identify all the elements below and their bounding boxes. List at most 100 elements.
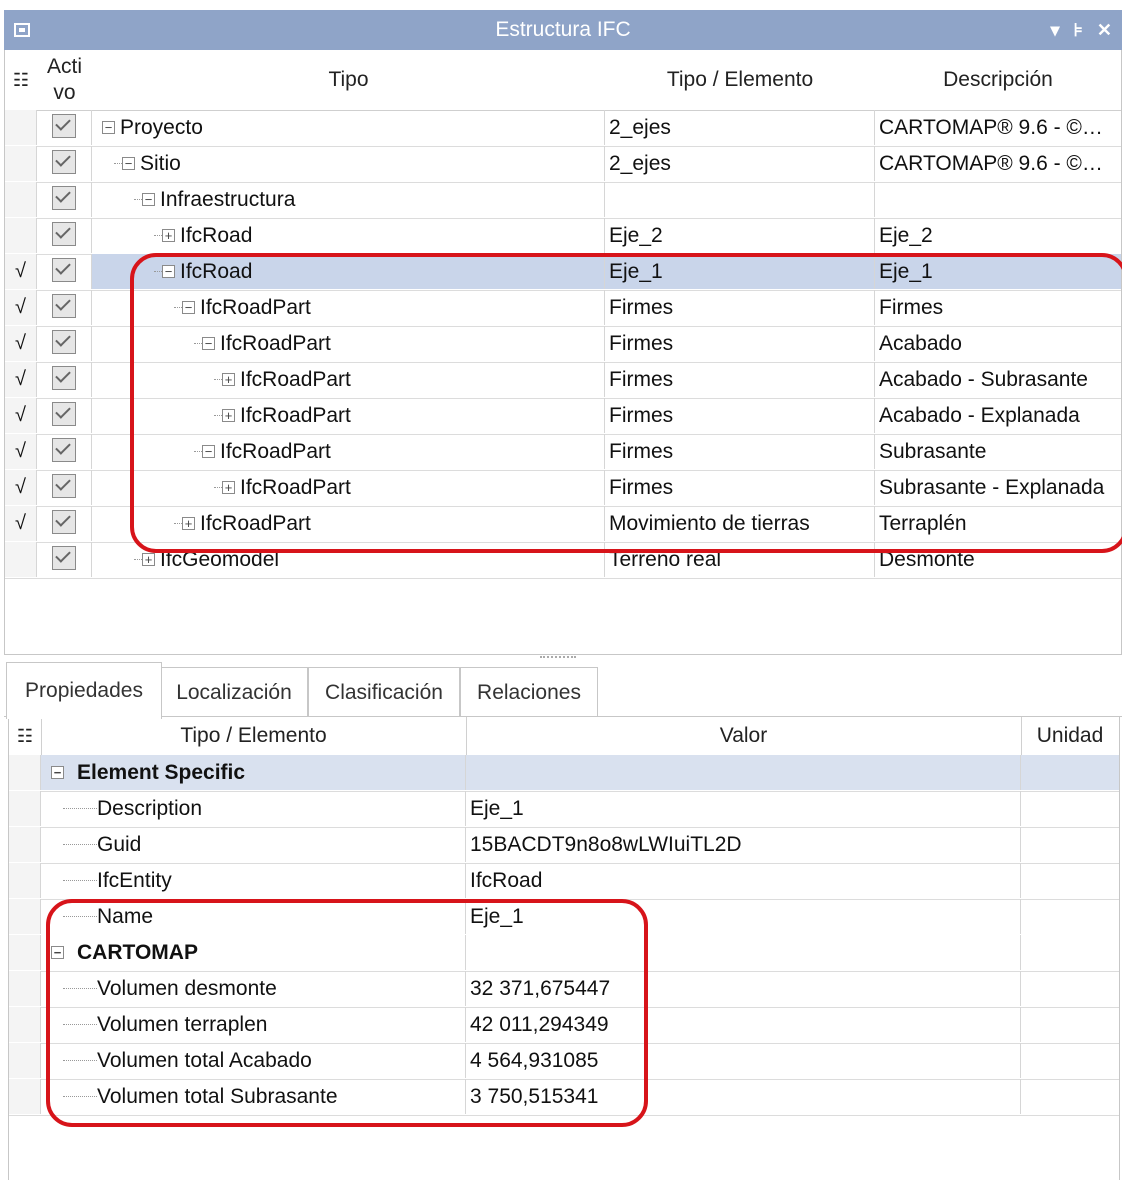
collapse-icon[interactable]: −	[102, 121, 115, 134]
row-selector[interactable]: √	[5, 254, 37, 289]
row-selector[interactable]	[9, 1007, 41, 1042]
tree-row[interactable]: + IfcRoad Eje_2 Eje_2	[5, 218, 1121, 255]
properties-grid: ☷ Tipo / Elemento Valor Unidad − Element …	[8, 717, 1120, 1180]
node-label: IfcRoadPart	[200, 512, 311, 535]
props-header-unidad[interactable]: Unidad	[1021, 717, 1119, 756]
row-selector[interactable]	[5, 146, 37, 181]
property-row[interactable]: Volumen desmonte 32 371,675447	[9, 971, 1119, 1008]
column-header-tipo-elemento[interactable]: Tipo / Elemento	[605, 50, 876, 111]
collapse-icon[interactable]: −	[142, 193, 155, 206]
props-column-chooser-icon[interactable]: ☷	[9, 717, 42, 756]
tree-row[interactable]: − Proyecto 2_ejes CARTOMAP® 9.6 - ©…	[5, 110, 1121, 147]
property-row[interactable]: Volumen total Subrasante 3 750,515341	[9, 1079, 1119, 1116]
row-selector[interactable]	[5, 182, 37, 217]
property-name-cell: Volumen total Acabado	[41, 1043, 466, 1078]
activo-checkbox[interactable]	[52, 366, 76, 391]
props-header-valor[interactable]: Valor	[466, 717, 1022, 756]
row-selector[interactable]	[5, 110, 37, 145]
tree-connector	[63, 916, 97, 917]
row-selector[interactable]: √	[5, 506, 37, 541]
row-selector[interactable]: √	[5, 434, 37, 469]
panel-splitter[interactable]	[540, 656, 576, 660]
column-header-tipo[interactable]: Tipo	[92, 50, 606, 111]
collapse-icon[interactable]: −	[162, 265, 175, 278]
activo-checkbox[interactable]	[52, 546, 76, 571]
row-selector[interactable]	[9, 827, 41, 862]
row-selector[interactable]	[9, 935, 41, 970]
tree-row[interactable]: − Infraestructura	[5, 182, 1121, 219]
collapse-icon[interactable]: −	[51, 946, 64, 959]
tab-propiedades[interactable]: Propiedades	[6, 662, 162, 719]
column-header-activo[interactable]: Acti vo	[37, 50, 93, 111]
dropdown-icon[interactable]: ▾	[1050, 10, 1059, 50]
tipo-cell: + IfcRoadPart	[92, 506, 605, 541]
property-row[interactable]: Volumen total Acabado 4 564,931085	[9, 1043, 1119, 1080]
tree-row[interactable]: √ + IfcRoadPart Movimiento de tierras Terrap…	[5, 506, 1121, 543]
tree-row[interactable]: √ + IfcRoadPart Firmes Acabado - Subrasante	[5, 362, 1121, 399]
property-row[interactable]: IfcEntity IfcRoad	[9, 863, 1119, 900]
activo-checkbox[interactable]	[52, 258, 76, 283]
expand-icon[interactable]: +	[182, 517, 195, 530]
pin-icon[interactable]: ⊧	[1074, 10, 1083, 50]
property-name: Volumen desmonte	[97, 977, 277, 1000]
activo-checkbox[interactable]	[52, 438, 76, 463]
expand-icon[interactable]: +	[222, 481, 235, 494]
activo-checkbox[interactable]	[52, 114, 76, 139]
expand-icon[interactable]: +	[222, 373, 235, 386]
activo-checkbox[interactable]	[52, 474, 76, 499]
row-selector[interactable]	[9, 971, 41, 1006]
activo-checkbox[interactable]	[52, 294, 76, 319]
row-selector[interactable]	[5, 218, 37, 253]
property-row[interactable]: Name Eje_1	[9, 899, 1119, 936]
column-chooser-icon[interactable]: ☷	[5, 50, 38, 111]
property-group-row[interactable]: − Element Specific	[9, 755, 1119, 792]
property-value: IfcRoad	[466, 863, 1021, 898]
tree-row[interactable]: √ + IfcRoadPart Firmes Acabado - Explanada	[5, 398, 1121, 435]
tab-localizacion[interactable]: Localización	[160, 667, 308, 718]
collapse-icon[interactable]: −	[202, 445, 215, 458]
tab-relaciones[interactable]: Relaciones	[460, 667, 598, 718]
tree-row[interactable]: √ − IfcRoad Eje_1 Eje_1	[5, 254, 1121, 291]
row-selector[interactable]	[9, 863, 41, 898]
close-icon[interactable]: ✕	[1097, 10, 1112, 50]
tree-row[interactable]: √ − IfcRoadPart Firmes Subrasante	[5, 434, 1121, 471]
row-selector[interactable]	[9, 755, 41, 790]
activo-checkbox[interactable]	[52, 402, 76, 427]
collapse-icon[interactable]: −	[122, 157, 135, 170]
activo-checkbox[interactable]	[52, 150, 76, 175]
tab-clasificacion[interactable]: Clasificación	[308, 667, 460, 718]
property-group-row[interactable]: − CARTOMAP	[9, 935, 1119, 972]
row-selector[interactable]: √	[5, 470, 37, 505]
tree-connector	[63, 1060, 97, 1061]
collapse-icon[interactable]: −	[51, 766, 64, 779]
row-selector[interactable]: √	[5, 326, 37, 361]
column-header-descripcion[interactable]: Descripción	[875, 50, 1121, 111]
row-selector[interactable]	[9, 791, 41, 826]
expand-icon[interactable]: +	[162, 229, 175, 242]
collapse-icon[interactable]: −	[202, 337, 215, 350]
row-selector[interactable]: √	[5, 290, 37, 325]
expand-icon[interactable]: +	[222, 409, 235, 422]
row-selector[interactable]: √	[5, 398, 37, 433]
activo-checkbox[interactable]	[52, 510, 76, 535]
property-row[interactable]: Volumen terraplen 42 011,294349	[9, 1007, 1119, 1044]
tree-row[interactable]: √ − IfcRoadPart Firmes Acabado	[5, 326, 1121, 363]
tree-row[interactable]: √ + IfcRoadPart Firmes Subrasante - Explanad…	[5, 470, 1121, 507]
property-row[interactable]: Description Eje_1	[9, 791, 1119, 828]
activo-checkbox[interactable]	[52, 186, 76, 211]
activo-checkbox[interactable]	[52, 222, 76, 247]
activo-checkbox[interactable]	[52, 330, 76, 355]
row-selector[interactable]: √	[5, 362, 37, 397]
props-header-tipo-elemento[interactable]: Tipo / Elemento	[41, 717, 467, 756]
property-row[interactable]: Guid 15BACDT9n8o8wLWIuiTL2D	[9, 827, 1119, 864]
row-selector[interactable]	[5, 542, 37, 577]
collapse-icon[interactable]: −	[182, 301, 195, 314]
row-selector[interactable]	[9, 1043, 41, 1078]
descripcion-cell: Desmonte	[879, 548, 975, 571]
expand-icon[interactable]: +	[142, 553, 155, 566]
tree-row[interactable]: + IfcGeomodel Terreno real Desmonte	[5, 542, 1121, 579]
row-selector[interactable]	[9, 899, 41, 934]
row-selector[interactable]	[9, 1079, 41, 1114]
tree-row[interactable]: √ − IfcRoadPart Firmes Firmes	[5, 290, 1121, 327]
tree-row[interactable]: − Sitio 2_ejes CARTOMAP® 9.6 - ©…	[5, 146, 1121, 183]
